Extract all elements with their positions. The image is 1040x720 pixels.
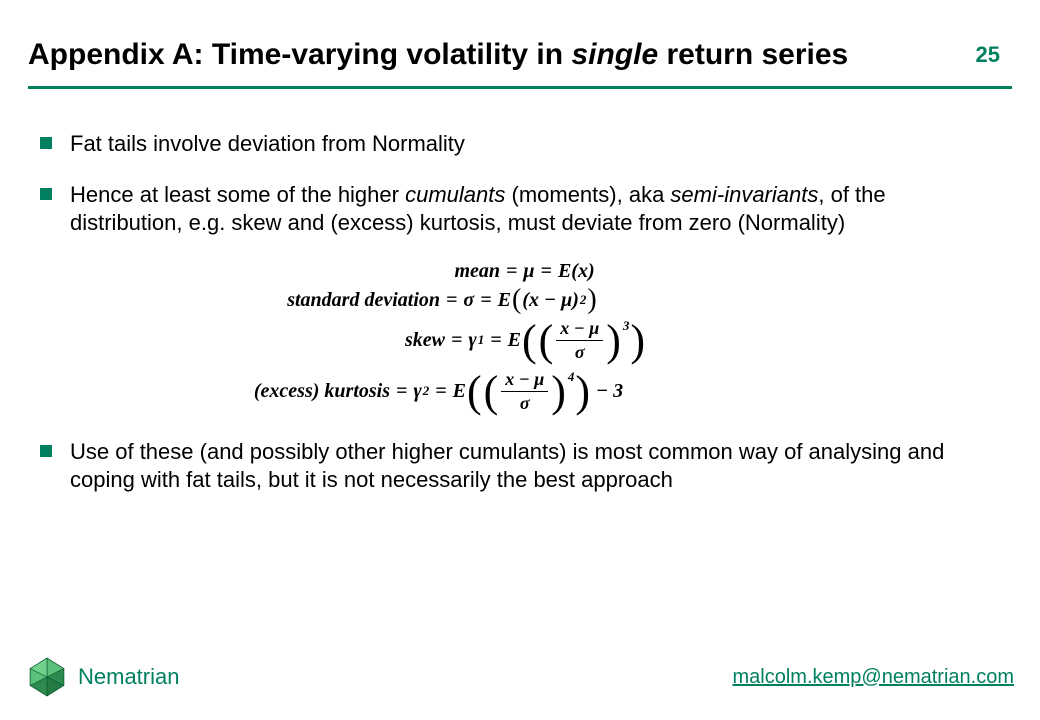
open-paren: ( — [571, 260, 578, 283]
close-paren: ) — [550, 374, 567, 409]
fraction: x − μ σ — [556, 318, 603, 363]
equals-sign: = — [500, 260, 523, 283]
symbol-x: x — [560, 318, 569, 338]
formula-mean: mean = μ = E(x) — [230, 260, 830, 283]
formula-label: mean — [230, 260, 500, 283]
equals-sign: = — [535, 260, 558, 283]
minus-sign: − — [544, 289, 556, 312]
superscript-3: 3 — [623, 318, 630, 334]
bullet-text: Use of these (and possibly other higher … — [70, 438, 1000, 495]
formula-label: standard deviation — [230, 289, 440, 312]
slide-body: Fat tails involve deviation from Normali… — [40, 130, 1000, 517]
equals-sign: = — [474, 289, 497, 312]
equals-sign: = — [429, 380, 452, 403]
close-paren: ) — [574, 374, 591, 409]
open-paren: ( — [538, 323, 555, 358]
slide-title: Appendix A: Time-varying volatility in s… — [28, 38, 848, 71]
formula-std: standard deviation = σ = E((x − μ)2) — [230, 289, 830, 312]
formula-expr: γ1 = E ( ( x − μ σ ) 3 ) — [468, 318, 646, 363]
equals-sign: = — [440, 289, 463, 312]
text-fragment: (moments), aka — [505, 182, 670, 207]
minus-three: − 3 — [596, 380, 623, 403]
symbol-E: E — [453, 380, 466, 403]
formula-block: mean = μ = E(x) standard deviation = σ =… — [230, 260, 830, 414]
title-underline — [28, 86, 1012, 89]
bullet-text: Hence at least some of the higher cumula… — [70, 181, 1000, 238]
formula-expr: σ = E((x − μ)2) — [463, 289, 597, 312]
close-paren: ) — [629, 323, 646, 358]
minus-sign: − — [519, 369, 530, 389]
denominator: σ — [571, 341, 589, 363]
close-paren: ) — [588, 260, 595, 283]
symbol-mu: μ — [561, 289, 572, 312]
close-paren: ) — [586, 289, 597, 311]
superscript-4: 4 — [568, 369, 575, 385]
symbol-E: E — [508, 329, 521, 352]
equals-sign: = — [390, 380, 413, 403]
numerator: x − μ — [501, 369, 548, 392]
bullet-text: Fat tails involve deviation from Normali… — [70, 130, 1000, 159]
bullet-icon — [40, 188, 52, 200]
formula-label: (excess) kurtosis — [230, 380, 390, 403]
title-italic: single — [571, 38, 658, 71]
symbol-gamma: γ — [468, 329, 476, 352]
symbol-E: E — [558, 260, 571, 283]
numerator: x − μ — [556, 318, 603, 341]
symbol-mu: μ — [523, 260, 534, 283]
bullet-item: Fat tails involve deviation from Normali… — [40, 130, 1000, 159]
bullet-icon — [40, 445, 52, 457]
open-paren: ( — [522, 289, 529, 312]
logo-icon — [26, 656, 68, 698]
open-paren: ( — [511, 289, 522, 311]
open-paren: ( — [466, 374, 483, 409]
slide-header: Appendix A: Time-varying volatility in s… — [28, 38, 1012, 72]
formula-expr: μ = E(x) — [523, 260, 594, 283]
fraction: x − μ σ — [501, 369, 548, 414]
formula-label: skew — [230, 329, 445, 352]
minus-sign: − — [574, 318, 585, 338]
symbol-gamma: γ — [413, 380, 421, 403]
bullet-item: Use of these (and possibly other higher … — [40, 438, 1000, 495]
symbol-mu: μ — [589, 318, 599, 338]
close-paren: ) — [572, 289, 579, 312]
symbol-x: x — [505, 369, 514, 389]
open-paren: ( — [521, 323, 538, 358]
text-fragment: Hence at least some of the higher — [70, 182, 405, 207]
equals-sign: = — [445, 329, 468, 352]
formula-expr: γ2 = E ( ( x − μ σ ) 4 ) − 3 — [413, 369, 623, 414]
text-italic: semi-invariants — [670, 182, 818, 207]
open-paren: ( — [483, 374, 500, 409]
title-prefix: Appendix A: Time-varying volatility in — [28, 38, 571, 71]
formula-kurtosis: (excess) kurtosis = γ2 = E ( ( x − μ σ )… — [230, 369, 830, 414]
equals-sign: = — [484, 329, 507, 352]
brand-name: Nematrian — [78, 664, 179, 690]
symbol-x: x — [578, 260, 588, 283]
bullet-icon — [40, 137, 52, 149]
slide: Appendix A: Time-varying volatility in s… — [0, 0, 1040, 720]
footer-left: Nematrian — [26, 656, 179, 698]
text-italic: cumulants — [405, 182, 505, 207]
formula-skew: skew = γ1 = E ( ( x − μ σ ) 3 ) — [230, 318, 830, 363]
title-suffix: return series — [658, 38, 848, 71]
symbol-x: x — [529, 289, 539, 312]
denominator: σ — [516, 392, 534, 414]
bullet-item: Hence at least some of the higher cumula… — [40, 181, 1000, 238]
symbol-sigma: σ — [463, 289, 474, 312]
symbol-mu: μ — [534, 369, 544, 389]
page-number: 25 — [976, 42, 1000, 68]
slide-footer: Nematrian malcolm.kemp@nematrian.com — [26, 656, 1014, 698]
close-paren: ) — [605, 323, 622, 358]
symbol-E: E — [498, 289, 511, 312]
contact-email-link[interactable]: malcolm.kemp@nematrian.com — [733, 666, 1015, 689]
